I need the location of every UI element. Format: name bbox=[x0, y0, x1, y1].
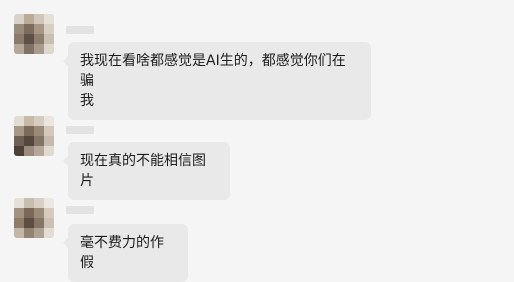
sender-name bbox=[66, 206, 94, 214]
sender-name bbox=[66, 126, 94, 134]
avatar[interactable] bbox=[14, 116, 54, 156]
avatar[interactable] bbox=[14, 198, 54, 238]
sender-name bbox=[66, 26, 94, 34]
message-bubble[interactable]: 现在真的不能相信图片 bbox=[63, 142, 230, 200]
message-bubble[interactable]: 毫不费力的作假 bbox=[63, 224, 188, 282]
avatar[interactable] bbox=[14, 14, 54, 54]
message-bubble[interactable]: 我现在看啥都感觉是AI生的，都感觉你们在骗 我 bbox=[63, 42, 371, 120]
